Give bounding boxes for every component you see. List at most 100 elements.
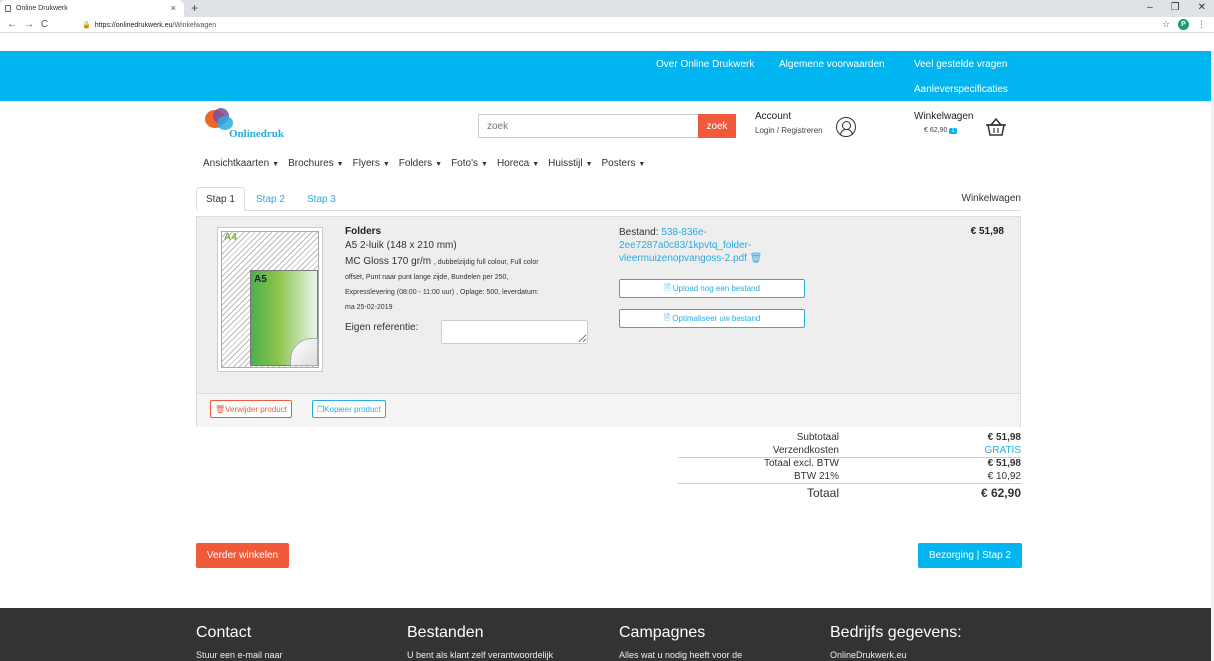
search-input[interactable] bbox=[478, 114, 698, 138]
caret-down-icon: ▼ bbox=[435, 161, 443, 168]
reload-icon[interactable]: C bbox=[41, 19, 48, 30]
topnav-link-terms[interactable]: Algemene voorwaarden bbox=[779, 59, 885, 70]
excl-vat-value: € 51,98 bbox=[987, 458, 1021, 469]
bookmark-star-icon[interactable]: ☆ bbox=[1162, 19, 1170, 30]
next-step-button[interactable]: Bezorging | Stap 2 bbox=[918, 543, 1022, 568]
footer-text: U bent als klant zelf verantwoordelijk bbox=[407, 650, 554, 660]
order-totals: Subtotaal € 51,98 Verzendkosten GRATIS T… bbox=[678, 432, 1021, 504]
grand-total-row: Totaal € 62,90 bbox=[678, 486, 1021, 504]
menu-item-brochures[interactable]: Brochures ▼ bbox=[288, 158, 344, 169]
paper-detail: , dubbelzijdig full colour, Full color bbox=[433, 259, 539, 266]
footer-col-files: Bestanden U bent als klant zelf verantwo… bbox=[407, 624, 553, 660]
back-icon[interactable]: ← bbox=[7, 19, 17, 30]
tab-step-1[interactable]: Stap 1 bbox=[196, 187, 245, 211]
a4-label: A4 bbox=[224, 232, 237, 243]
caret-down-icon: ▼ bbox=[638, 161, 646, 168]
account-menu[interactable]: Account Login / Registreren bbox=[755, 111, 823, 135]
user-icon[interactable] bbox=[836, 117, 856, 137]
account-login-link[interactable]: Login / Registreren bbox=[755, 126, 823, 135]
maximize-icon[interactable]: ❐ bbox=[1171, 2, 1180, 13]
minimize-icon[interactable]: – bbox=[1147, 2, 1153, 13]
reference-label: Eigen referentie: bbox=[345, 322, 419, 333]
caret-down-icon: ▼ bbox=[532, 161, 540, 168]
forward-icon[interactable]: → bbox=[24, 19, 34, 30]
site-logo[interactable]: Onlinedruk bbox=[203, 108, 293, 142]
footer-text: Stuur een e-mail naar bbox=[196, 650, 283, 660]
a5-label: A5 bbox=[254, 274, 267, 285]
menu-label: Flyers bbox=[352, 158, 380, 169]
menu-label: Brochures bbox=[288, 158, 334, 169]
reference-input[interactable] bbox=[441, 320, 588, 344]
product-format: A5 2-luik (148 x 210 mm) bbox=[345, 240, 457, 251]
copy-icon: ❐ bbox=[317, 404, 325, 414]
subtotal-row: Subtotaal € 51,98 bbox=[678, 432, 1021, 445]
topnav-link-specs[interactable]: Aanleverspecificaties bbox=[914, 84, 1008, 95]
cart-title: Winkelwagen bbox=[914, 111, 974, 122]
menu-item-fotos[interactable]: Foto's ▼ bbox=[451, 158, 488, 169]
optimize-file-button[interactable]: 🗎 Optimaliseer uw bestand bbox=[619, 309, 805, 328]
vat-label: BTW 21% bbox=[793, 471, 839, 482]
upload-label: Upload nog een bestand bbox=[672, 284, 760, 293]
url-path: /Winkelwagen bbox=[172, 21, 217, 29]
upload-file-button[interactable]: 🗎 Upload nog een bestand bbox=[619, 279, 805, 298]
copy-product-button[interactable]: ❐ Kopieer product bbox=[312, 400, 386, 418]
shipping-label: Verzendkosten bbox=[772, 445, 839, 456]
menu-item-horeca[interactable]: Horeca ▼ bbox=[497, 158, 539, 169]
menu-item-ansichtkaarten[interactable]: Ansichtkaarten ▼ bbox=[203, 158, 279, 169]
subtotal-value: € 51,98 bbox=[987, 432, 1021, 443]
topnav-link-about[interactable]: Over Online Drukwerk bbox=[656, 59, 754, 70]
url-field[interactable]: 🔒 https://onlinedrukwerk.eu/Winkelwagen bbox=[82, 19, 1182, 31]
document-icon: 🗎 bbox=[663, 312, 673, 322]
product-name: Folders bbox=[345, 226, 382, 237]
product-price: € 51,98 bbox=[970, 226, 1004, 237]
menu-label: Folders bbox=[398, 158, 433, 169]
profile-avatar[interactable]: P bbox=[1178, 19, 1189, 30]
trash-icon[interactable]: 🗑 bbox=[750, 253, 763, 264]
vat-row: BTW 21% € 10,92 bbox=[678, 471, 1021, 484]
url-domain: https://onlinedrukwerk.eu bbox=[94, 21, 173, 29]
menu-item-posters[interactable]: Posters ▼ bbox=[602, 158, 646, 169]
cart-count-badge: 1 bbox=[949, 127, 957, 134]
menu-item-flyers[interactable]: Flyers ▼ bbox=[353, 158, 390, 169]
footer-heading: Bestanden bbox=[407, 624, 484, 641]
continue-shopping-button[interactable]: Verder winkelen bbox=[196, 543, 289, 568]
browser-tab-bar: Online Drukwerk × + – ❐ ✕ bbox=[0, 0, 1214, 17]
browser-tab[interactable]: Online Drukwerk × bbox=[0, 0, 184, 17]
caret-down-icon: ▼ bbox=[336, 161, 344, 168]
vat-value: € 10,92 bbox=[987, 471, 1021, 482]
cart-amount-row: € 62,90 1 bbox=[924, 127, 973, 134]
search-button[interactable]: zoek bbox=[698, 114, 736, 138]
tab-step-2[interactable]: Stap 2 bbox=[247, 187, 294, 211]
remove-product-button[interactable]: 🗑 Verwijder product bbox=[210, 400, 292, 418]
page-icon bbox=[5, 5, 11, 12]
menu-item-folders[interactable]: Folders ▼ bbox=[399, 158, 442, 169]
shipping-row: Verzendkosten GRATIS bbox=[678, 445, 1021, 458]
cart-summary[interactable]: Winkelwagen € 62,90 1 bbox=[914, 111, 973, 134]
product-desc-line-2: Expresslevering (08:00 - 11:00 uur) , Op… bbox=[345, 289, 539, 296]
menu-label: Horeca bbox=[496, 158, 530, 169]
caret-down-icon: ▼ bbox=[272, 161, 280, 168]
tab-step-3[interactable]: Stap 3 bbox=[298, 187, 345, 211]
trash-icon: 🗑 bbox=[215, 404, 226, 414]
upload-icon: 🗎 bbox=[664, 282, 673, 292]
topnav-link-faq[interactable]: Veel gestelde vragen bbox=[914, 59, 1007, 70]
tab-close-icon[interactable]: × bbox=[171, 3, 176, 13]
grand-total-value: € 62,90 bbox=[980, 486, 1021, 500]
product-info: Folders A5 2-luik (148 x 210 mm) MC Glos… bbox=[345, 226, 595, 315]
window-controls: – ❐ ✕ bbox=[1147, 2, 1206, 13]
new-tab-button[interactable]: + bbox=[191, 1, 198, 15]
basket-icon[interactable] bbox=[985, 117, 1007, 137]
cart-item-panel: A4 A5 Folders A5 2-luik (148 x 210 mm) M… bbox=[196, 216, 1021, 427]
excl-vat-label: Totaal excl. BTW bbox=[763, 458, 839, 469]
product-desc-line-1: offset, Punt naar punt lange zijde, Bund… bbox=[345, 274, 509, 281]
product-paper: MC Gloss 170 gr/m , dubbelzijdig full co… bbox=[345, 254, 595, 270]
footer-col-contact: Contact Stuur een e-mail naar bbox=[196, 624, 283, 660]
browser-menu-icon[interactable]: ⋮ bbox=[1197, 19, 1206, 30]
menu-item-huisstijl[interactable]: Huisstijl ▼ bbox=[548, 158, 592, 169]
account-title: Account bbox=[755, 111, 792, 122]
menu-label: Posters bbox=[601, 158, 636, 169]
file-info: Bestand: 538-836e-2ee7287a0c83/1kpvtq_fo… bbox=[619, 226, 799, 265]
caret-down-icon: ▼ bbox=[481, 161, 488, 168]
caret-down-icon: ▼ bbox=[585, 161, 593, 168]
close-window-icon[interactable]: ✕ bbox=[1198, 2, 1206, 13]
